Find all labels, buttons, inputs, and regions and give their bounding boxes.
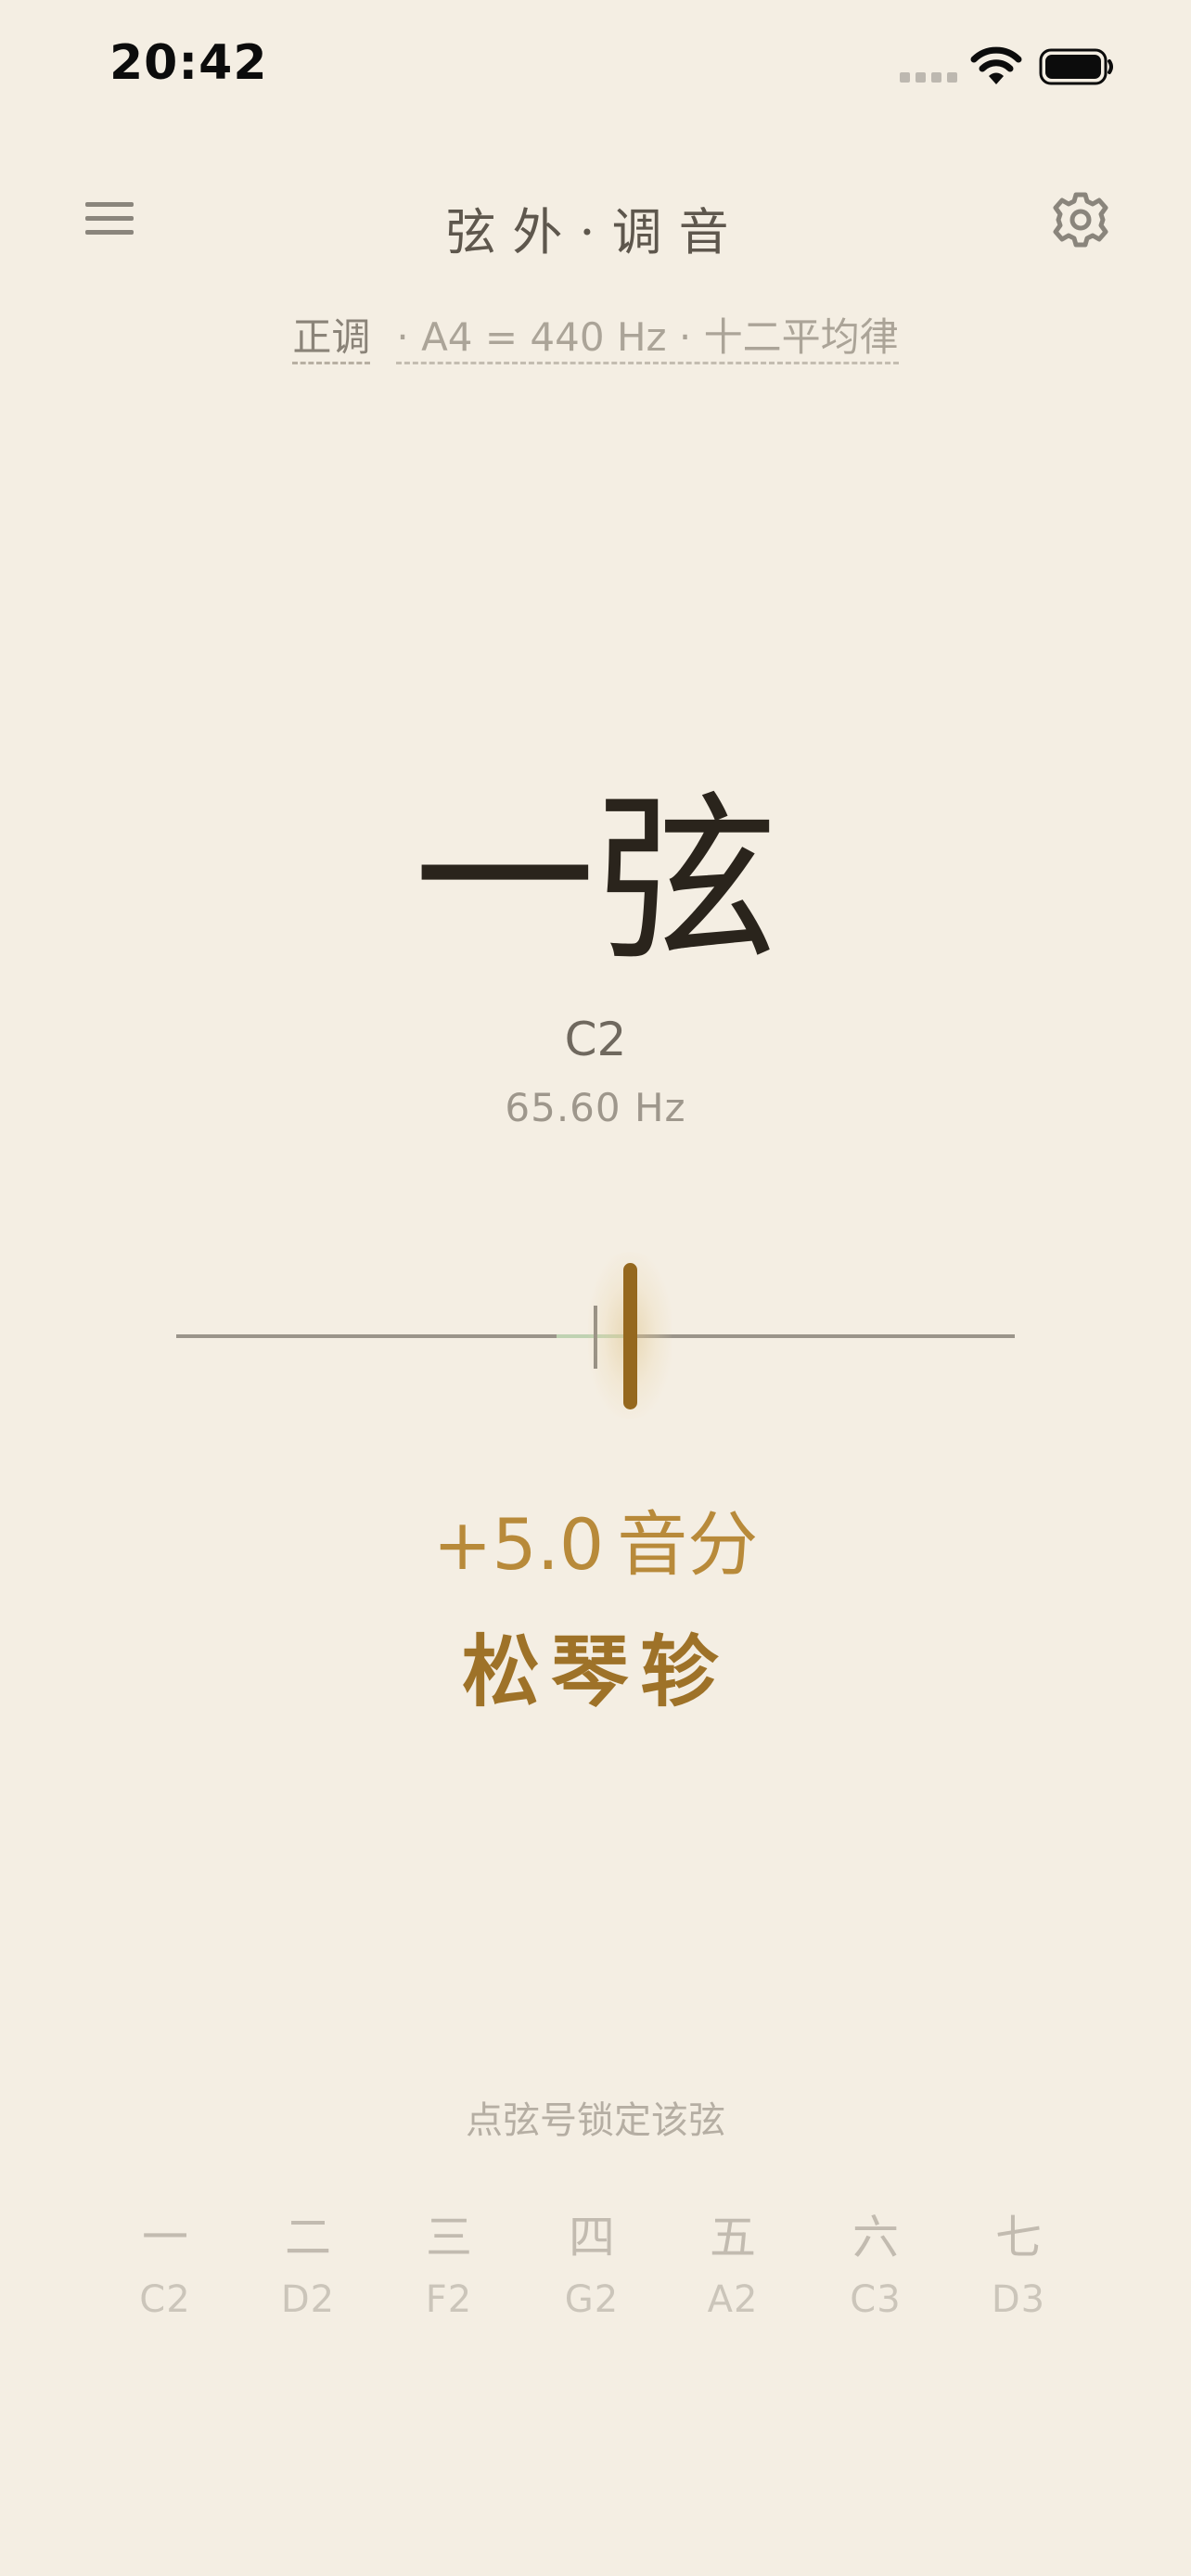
string-pitch: A2 xyxy=(707,2278,759,2321)
wifi-icon xyxy=(970,45,1022,87)
tuning-needle xyxy=(623,1263,637,1409)
string-button[interactable]: 六 C3 xyxy=(820,2211,931,2322)
string-number: 三 xyxy=(426,2211,472,2264)
cents-value: +5.0 xyxy=(432,1503,605,1586)
string-pitch: D3 xyxy=(991,2278,1046,2321)
status-time: 20:42 xyxy=(109,35,268,91)
app-title: 弦外·调音 xyxy=(445,203,746,261)
string-button[interactable]: 四 G2 xyxy=(536,2211,647,2322)
cents-unit: 音分 xyxy=(617,1503,759,1586)
string-pitch: C3 xyxy=(850,2278,902,2321)
tuning-preset-selector[interactable]: 正调 xyxy=(292,314,371,364)
tuning-meter xyxy=(176,1252,1015,1419)
string-number: 五 xyxy=(710,2211,756,2264)
string-button[interactable]: 七 D3 xyxy=(963,2211,1074,2322)
string-button[interactable]: 二 D2 xyxy=(252,2211,364,2322)
string-selector: 一 C2 二 D2 三 F2 四 G2 五 A2 六 C3 七 D3 xyxy=(109,2213,1093,2342)
string-number: 一 xyxy=(142,2211,188,2264)
string-number: 二 xyxy=(285,2211,331,2264)
string-pitch: F2 xyxy=(425,2278,473,2321)
meter-scale-left xyxy=(176,1334,557,1338)
battery-icon xyxy=(1039,48,1115,85)
string-pitch: C2 xyxy=(139,2278,191,2321)
current-note: C2 xyxy=(564,1013,627,1066)
string-pitch: D2 xyxy=(280,2278,336,2321)
detected-frequency: 65.60 Hz xyxy=(505,1085,686,1130)
tuning-instruction: 松琴轸 xyxy=(461,1626,729,1717)
reference-pitch-selector[interactable]: · A4 = 440 Hz · 十二平均律 xyxy=(396,314,899,364)
string-number: 七 xyxy=(995,2211,1042,2264)
string-pitch: G2 xyxy=(564,2278,620,2321)
current-string-name: 一弦 xyxy=(413,775,777,987)
string-number: 六 xyxy=(852,2211,899,2264)
string-button[interactable]: 五 A2 xyxy=(677,2211,788,2322)
lock-string-hint: 点弦号锁定该弦 xyxy=(466,2099,725,2142)
string-number: 四 xyxy=(569,2211,615,2264)
gear-icon[interactable] xyxy=(1050,189,1111,250)
meter-scale-right xyxy=(627,1334,1015,1338)
cellular-signal-icon xyxy=(900,72,959,83)
cents-readout: +5.0 音分 xyxy=(0,1487,1191,1589)
tuning-mode-line: 正调 · A4 = 440 Hz · 十二平均律 xyxy=(0,306,1191,364)
string-button[interactable]: 三 F2 xyxy=(393,2211,505,2322)
string-button[interactable]: 一 C2 xyxy=(109,2211,221,2322)
